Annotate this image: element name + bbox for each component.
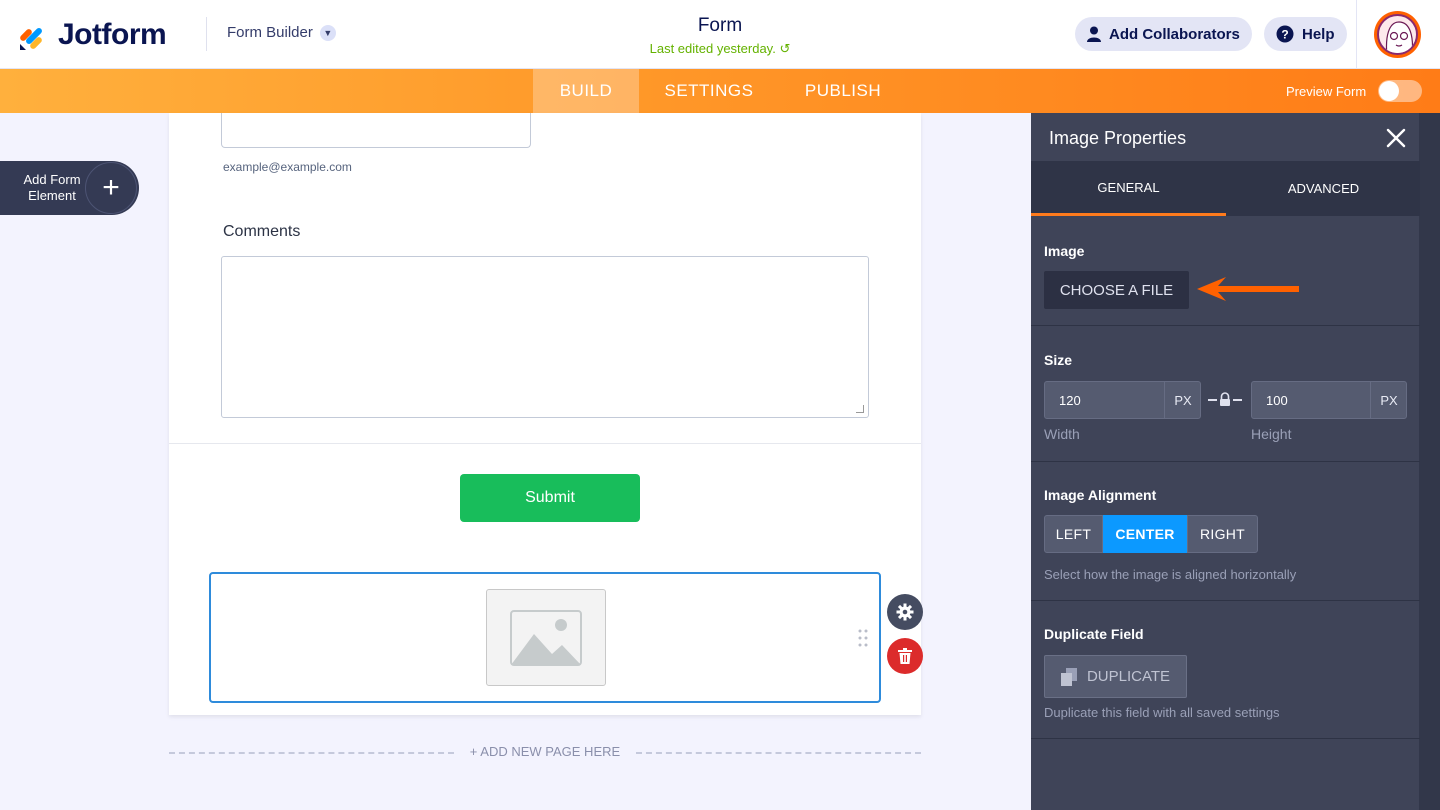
plus-icon: + [85, 162, 137, 214]
image-section-title: Image [1044, 243, 1085, 259]
tab-build[interactable]: BUILD [533, 69, 639, 113]
builder-nav: BUILD SETTINGS PUBLISH Preview Form [0, 69, 1440, 113]
jotform-logo-icon [20, 28, 42, 50]
chevron-down-icon: ▼ [319, 24, 336, 41]
alignment-section-title: Image Alignment [1044, 487, 1157, 503]
duplicate-button[interactable]: DUPLICATE [1044, 655, 1187, 698]
section-divider [1031, 600, 1420, 601]
comments-textarea[interactable] [221, 256, 869, 418]
field-properties-button[interactable] [887, 594, 923, 630]
last-edited-status[interactable]: Last edited yesterday. ↺ [600, 41, 840, 57]
add-form-element-label: Add Form Element [23, 172, 81, 203]
add-new-page-label: + ADD NEW PAGE HERE [461, 744, 629, 759]
avatar[interactable] [1374, 11, 1421, 58]
add-collaborators-button[interactable]: Add Collaborators [1075, 17, 1252, 51]
alignment-button-group: LEFT CENTER RIGHT [1044, 515, 1258, 553]
tab-advanced[interactable]: ADVANCED [1226, 161, 1421, 216]
tab-general[interactable]: GENERAL [1031, 161, 1226, 216]
height-unit: PX [1380, 392, 1398, 408]
section-divider [1031, 461, 1420, 462]
toggle-knob [1379, 81, 1399, 101]
add-form-element-button[interactable]: Add Form Element + [0, 161, 139, 215]
email-field[interactable] [221, 113, 531, 148]
height-input[interactable]: 100 PX [1251, 381, 1407, 419]
resize-grip-icon[interactable] [856, 405, 864, 413]
help-button[interactable]: ? Help [1264, 17, 1347, 51]
height-label: Height [1251, 426, 1292, 442]
choose-file-button[interactable]: CHOOSE A FILE [1044, 271, 1189, 309]
duplicate-icon [1060, 667, 1077, 686]
comments-label[interactable]: Comments [223, 223, 300, 241]
width-input[interactable]: 120 PX [1044, 381, 1201, 419]
section-divider [169, 443, 921, 444]
width-value: 120 [1045, 382, 1165, 418]
panel-tabs: GENERAL ADVANCED [1031, 161, 1420, 216]
form-canvas: example@example.com Comments Submit [169, 113, 921, 715]
alignment-helper-text: Select how the image is aligned horizont… [1044, 567, 1297, 582]
width-unit: PX [1174, 392, 1192, 408]
add-collaborators-label: Add Collaborators [1109, 25, 1240, 43]
close-icon[interactable] [1384, 126, 1408, 150]
lock-icon[interactable] [1207, 391, 1243, 409]
avatar-divider [1356, 0, 1357, 68]
section-divider [1031, 325, 1420, 326]
width-label: Width [1044, 426, 1080, 442]
header-divider [206, 17, 207, 51]
align-center-button[interactable]: CENTER [1103, 515, 1187, 553]
form-title[interactable]: Form [620, 15, 820, 37]
preview-form-toggle[interactable] [1378, 80, 1422, 102]
duplicate-label: DUPLICATE [1086, 668, 1171, 685]
drag-handle-icon[interactable] [858, 628, 868, 648]
duplicate-helper-text: Duplicate this field with all saved sett… [1044, 705, 1280, 720]
tab-settings[interactable]: SETTINGS [645, 69, 773, 113]
brand-logo[interactable]: Jotform [18, 18, 167, 52]
delete-field-button[interactable] [887, 638, 923, 674]
arrow-left-icon [1197, 277, 1299, 301]
form-builder-menu[interactable]: Form Builder ▼ [227, 24, 336, 41]
user-icon [1087, 26, 1101, 42]
help-label: Help [1302, 25, 1335, 43]
last-edited-text: Last edited yesterday. [649, 41, 776, 56]
add-new-page: + ADD NEW PAGE HERE [169, 744, 921, 760]
trash-icon [898, 648, 912, 664]
submit-button[interactable]: Submit [460, 474, 640, 522]
height-value: 100 [1252, 382, 1371, 418]
gear-icon [896, 603, 914, 621]
brand-name: Jotform [58, 18, 167, 51]
panel-title: Image Properties [1049, 128, 1187, 148]
image-placeholder [486, 589, 606, 686]
add-new-page-link[interactable]: + ADD NEW PAGE HERE [169, 744, 921, 759]
top-header: Jotform Form Builder ▼ Form Last edited … [0, 0, 1440, 69]
panel-scrollbar[interactable] [1419, 113, 1440, 810]
email-sublabel: example@example.com [223, 160, 352, 174]
image-field[interactable] [209, 572, 881, 703]
help-icon: ? [1276, 25, 1294, 43]
tab-publish[interactable]: PUBLISH [785, 69, 901, 113]
svg-text:?: ? [1281, 28, 1288, 42]
preview-form-label: Preview Form [1286, 84, 1367, 99]
undo-icon: ↺ [779, 41, 791, 56]
duplicate-section-title: Duplicate Field [1044, 626, 1144, 642]
avatar-image [1377, 14, 1418, 55]
align-right-button[interactable]: RIGHT [1187, 515, 1258, 553]
size-section-title: Size [1044, 352, 1073, 368]
form-builder-label: Form Builder [227, 24, 313, 41]
section-divider [1031, 738, 1420, 739]
align-left-button[interactable]: LEFT [1044, 515, 1103, 553]
image-icon [510, 609, 582, 666]
